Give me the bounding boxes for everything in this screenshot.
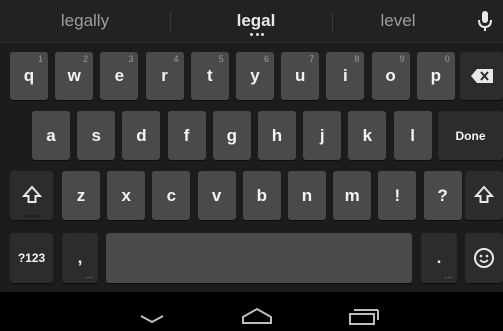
- key-label: !: [394, 185, 401, 205]
- key-n[interactable]: n: [288, 171, 326, 220]
- key-hint: 2: [83, 54, 89, 64]
- key-k[interactable]: k: [348, 111, 387, 160]
- key-label: a: [46, 125, 56, 145]
- key-label: p: [430, 66, 441, 85]
- key-label: k: [362, 125, 373, 145]
- symbols-key[interactable]: ?123: [10, 233, 53, 283]
- key-label: o: [385, 66, 396, 85]
- key-hint: 8: [354, 54, 360, 64]
- nav-recents-button[interactable]: [333, 292, 393, 331]
- key-y[interactable]: y6: [236, 52, 274, 100]
- navigation-bar: [0, 292, 503, 331]
- backspace-key[interactable]: [460, 52, 503, 100]
- key-label: v: [211, 185, 222, 205]
- shift-icon: [474, 184, 494, 203]
- suggestion-left[interactable]: legally: [0, 0, 170, 42]
- key-label: u: [294, 66, 306, 85]
- key-hint: 6: [263, 54, 269, 64]
- key-p[interactable]: p0: [416, 52, 455, 100]
- key-w[interactable]: w2: [55, 52, 94, 100]
- key-label: m: [344, 185, 360, 205]
- key-label: ?: [437, 185, 448, 205]
- comma-key[interactable]: , ...: [62, 233, 98, 283]
- key-label: f: [183, 125, 190, 145]
- chevron-down-icon: [140, 315, 164, 324]
- key-label: g: [226, 125, 237, 145]
- key-t[interactable]: t5: [190, 52, 229, 100]
- key-hint: 0: [444, 54, 450, 64]
- key-q[interactable]: q1: [10, 52, 48, 100]
- period-label: .: [436, 248, 442, 267]
- suggestion-strip: legally legal level: [0, 0, 503, 43]
- microphone-icon[interactable]: [467, 0, 503, 42]
- comma-label: ,: [77, 248, 83, 267]
- key-label: n: [301, 185, 313, 205]
- suggestion-right[interactable]: level: [333, 0, 463, 42]
- key-label: d: [136, 125, 147, 145]
- key-e[interactable]: e3: [100, 52, 139, 100]
- key-label: c: [166, 185, 177, 205]
- key-hint: 1: [37, 54, 43, 64]
- nav-back-button[interactable]: [122, 292, 182, 331]
- home-icon: [242, 307, 272, 324]
- recent-apps-icon: [349, 309, 379, 325]
- key-label: e: [114, 66, 125, 85]
- key-j[interactable]: j: [303, 111, 342, 160]
- key-u[interactable]: u7: [281, 52, 320, 100]
- key-exclamation[interactable]: !: [378, 171, 417, 220]
- key-hint: 9: [399, 54, 405, 64]
- key-s[interactable]: s: [77, 111, 116, 160]
- key-label: b: [256, 185, 267, 205]
- key-hint: 7: [309, 54, 315, 64]
- key-label: r: [161, 66, 168, 85]
- key-label: z: [76, 185, 86, 205]
- key-label: q: [23, 66, 35, 85]
- key-b[interactable]: b: [242, 171, 281, 220]
- key-question[interactable]: ?: [423, 171, 462, 220]
- key-label: y: [250, 66, 260, 85]
- key-label: x: [121, 185, 131, 205]
- key-hint: 5: [218, 54, 224, 64]
- key-label: h: [271, 125, 283, 145]
- shift-icon: [21, 184, 42, 203]
- soft-keyboard: legally legal level Done ?123 , ... . ..…: [0, 0, 503, 331]
- key-m[interactable]: m: [333, 171, 372, 220]
- key-d[interactable]: d: [122, 111, 161, 160]
- key-label: j: [319, 125, 325, 145]
- key-i[interactable]: i8: [326, 52, 365, 100]
- key-r[interactable]: r4: [145, 52, 184, 100]
- key-label: i: [343, 66, 348, 85]
- smiley-icon: [474, 248, 494, 268]
- key-o[interactable]: o9: [371, 52, 410, 100]
- key-label: l: [410, 125, 415, 145]
- key-hint: 4: [173, 54, 179, 64]
- key-c[interactable]: c: [152, 171, 191, 220]
- key-z[interactable]: z: [62, 171, 100, 220]
- period-key[interactable]: . ...: [421, 233, 457, 283]
- more-suggestions-indicator[interactable]: [250, 33, 264, 37]
- shift-key-right[interactable]: [465, 171, 503, 220]
- key-v[interactable]: v: [197, 171, 236, 220]
- key-a[interactable]: a: [32, 111, 70, 160]
- backspace-icon: [470, 69, 493, 83]
- shift-key-left[interactable]: [10, 171, 53, 220]
- key-label: t: [206, 66, 213, 85]
- key-label: s: [91, 125, 101, 145]
- done-key[interactable]: Done: [438, 111, 503, 160]
- emoji-key[interactable]: [465, 233, 503, 283]
- key-l[interactable]: l: [393, 111, 432, 160]
- key-hint: 3: [128, 54, 134, 64]
- key-g[interactable]: g: [212, 111, 251, 160]
- key-f[interactable]: f: [167, 111, 206, 160]
- space-bar[interactable]: [106, 233, 412, 283]
- key-x[interactable]: x: [107, 171, 146, 220]
- nav-home-button[interactable]: [227, 292, 287, 331]
- key-h[interactable]: h: [258, 111, 296, 160]
- key-label: w: [67, 66, 81, 85]
